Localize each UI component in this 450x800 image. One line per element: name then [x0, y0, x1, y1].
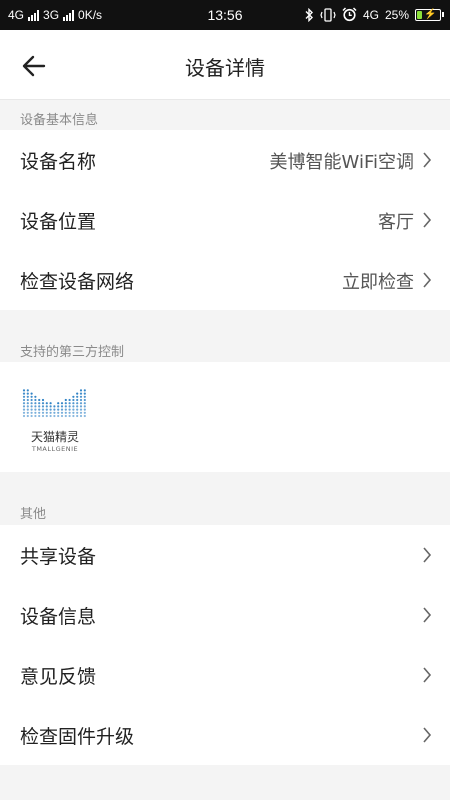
row-value: 美博智能WiFi空调 [269, 152, 414, 173]
row-label: 共享设备 [20, 546, 97, 568]
alarm-icon [342, 7, 357, 22]
row-label: 检查设备网络 [20, 271, 135, 293]
bluetooth-icon [305, 7, 313, 22]
third-party-group: 天猫精灵 TMALLGENIE [0, 362, 450, 472]
tmall-genie-name: 天猫精灵 [30, 430, 79, 444]
tmall-genie-icon [22, 389, 86, 418]
row-device-location[interactable]: 设备位置 客厅 [0, 190, 450, 250]
row-label: 设备名称 [20, 151, 97, 173]
network-type-right: 4G [362, 7, 379, 22]
battery-percent: 25% [384, 7, 409, 22]
row-value: 客厅 [378, 212, 414, 233]
row-feedback[interactable]: 意见反馈 [0, 645, 450, 705]
basic-info-group: 设备名称 美博智能WiFi空调 设备位置 客厅 检查设备网络 立即检查 [0, 130, 450, 310]
row-firmware-upgrade[interactable]: 检查固件升级 [0, 705, 450, 765]
row-label: 设备位置 [20, 211, 97, 233]
app-header: 设备详情 [0, 30, 450, 100]
chevron-right-icon [423, 607, 432, 623]
chevron-right-icon [423, 152, 432, 168]
chevron-right-icon [423, 212, 432, 228]
row-check-network[interactable]: 检查设备网络 立即检查 [0, 250, 450, 310]
section-other-title: 其他 [20, 507, 47, 522]
row-device-info[interactable]: 设备信息 [0, 585, 450, 645]
chevron-right-icon [423, 547, 432, 563]
row-label: 意见反馈 [20, 666, 97, 688]
other-group: 共享设备 设备信息 意见反馈 检查固件升级 [0, 525, 450, 765]
chevron-right-icon [423, 727, 432, 743]
row-value: 立即检查 [342, 272, 414, 293]
tmall-genie-subtitle: TMALLGENIE [31, 445, 79, 453]
chevron-right-icon [423, 272, 432, 288]
tmall-genie-logo[interactable]: 天猫精灵 TMALLGENIE [22, 382, 88, 453]
row-share-device[interactable]: 共享设备 [0, 525, 450, 585]
chevron-right-icon [423, 667, 432, 683]
section-basic-info-title: 设备基本信息 [20, 113, 99, 128]
vibrate-icon [320, 7, 336, 22]
row-device-name[interactable]: 设备名称 美博智能WiFi空调 [0, 130, 450, 190]
section-third-party-title: 支持的第三方控制 [20, 345, 125, 360]
row-label: 设备信息 [20, 606, 97, 628]
status-bar: 4G 3G 0K/s 13:56 4G 25% ⚡ [0, 0, 450, 30]
battery-icon: ⚡ [415, 8, 444, 21]
status-right: 4G 25% ⚡ [304, 7, 444, 22]
row-label: 检查固件升级 [20, 726, 135, 748]
page-title: 设备详情 [185, 56, 265, 80]
